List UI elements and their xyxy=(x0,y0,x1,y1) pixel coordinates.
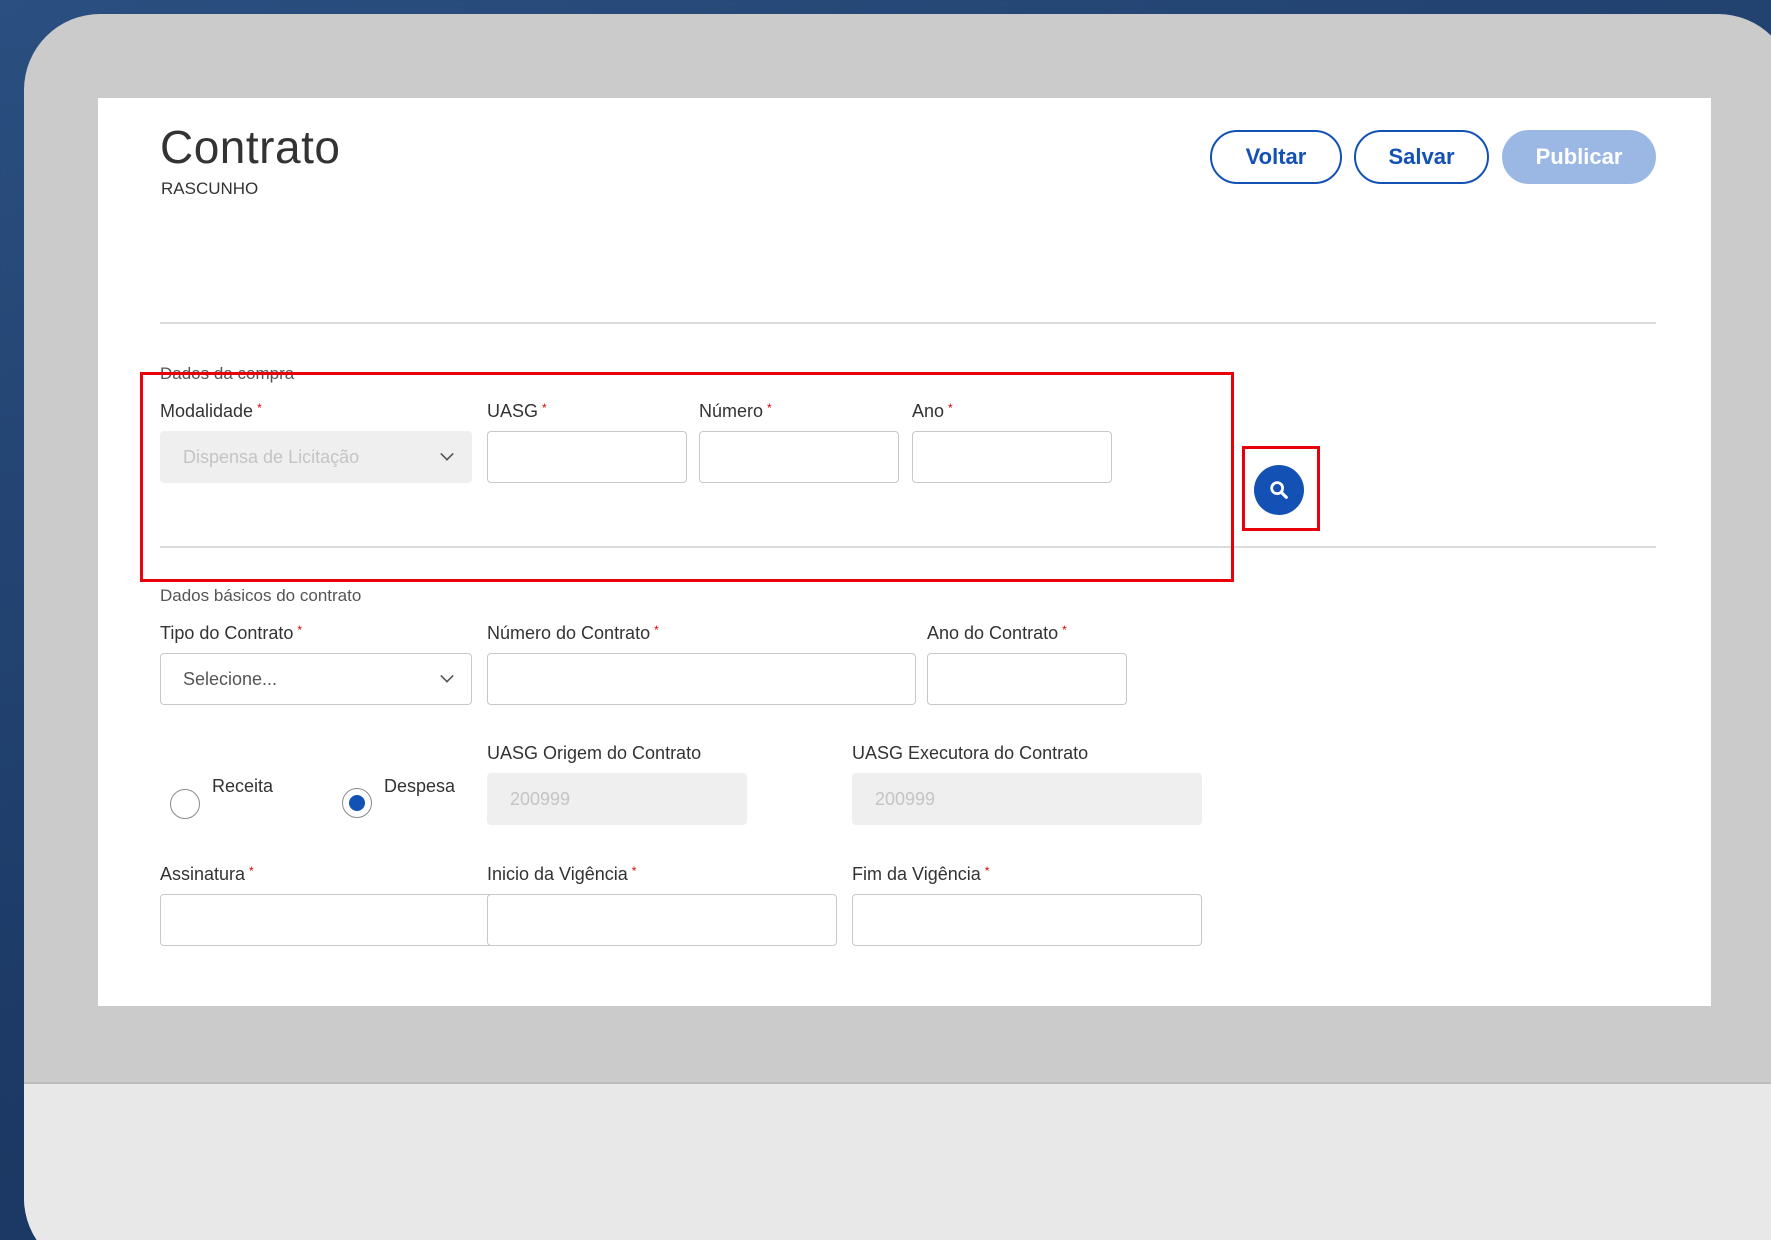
tipo-contrato-placeholder: Selecione... xyxy=(183,668,278,689)
search-button[interactable] xyxy=(1254,465,1304,515)
page-title: Contrato xyxy=(160,121,341,173)
inicio-vigencia-label: Inicio da Vigência * xyxy=(487,864,637,884)
uasg-origem-label: UASG Origem do Contrato xyxy=(487,743,702,763)
radio-despesa[interactable] xyxy=(342,788,372,818)
section-divider xyxy=(160,322,1656,324)
inicio-vigencia-input[interactable] xyxy=(487,894,837,946)
numero-contrato-label: Número do Contrato * xyxy=(487,623,659,643)
device-bezel-bottom xyxy=(24,1082,1771,1240)
uasg-origem-input: 200999 xyxy=(487,773,747,825)
radio-receita[interactable] xyxy=(170,789,200,819)
uasg-executora-input: 200999 xyxy=(852,773,1202,825)
radio-despesa-label: Despesa xyxy=(384,776,456,796)
purchase-data-highlight xyxy=(140,372,1234,582)
numero-contrato-input[interactable] xyxy=(487,653,916,705)
tipo-contrato-label: Tipo do Contrato * xyxy=(160,623,303,643)
assinatura-input[interactable] xyxy=(160,894,510,946)
search-icon xyxy=(1270,481,1288,499)
ano-contrato-input[interactable] xyxy=(927,653,1127,705)
publish-button[interactable]: Publicar xyxy=(1502,130,1656,184)
device-frame: Contrato RASCUNHO Voltar Salvar Publicar… xyxy=(24,14,1771,1240)
chevron-down-icon xyxy=(440,669,454,683)
uasg-executora-label: UASG Executora do Contrato xyxy=(852,743,1089,763)
save-button[interactable]: Salvar xyxy=(1354,130,1489,184)
fim-vigencia-label: Fim da Vigência * xyxy=(852,864,990,884)
back-button[interactable]: Voltar xyxy=(1210,130,1342,184)
basic-section-title: Dados básicos do contrato xyxy=(160,586,362,605)
status-label: RASCUNHO xyxy=(161,179,259,198)
ano-contrato-label: Ano do Contrato * xyxy=(927,623,1067,643)
radio-receita-label: Receita xyxy=(212,776,274,796)
tipo-contrato-select[interactable]: Selecione... xyxy=(160,653,472,705)
assinatura-label: Assinatura * xyxy=(160,864,254,884)
fim-vigencia-input[interactable] xyxy=(852,894,1202,946)
